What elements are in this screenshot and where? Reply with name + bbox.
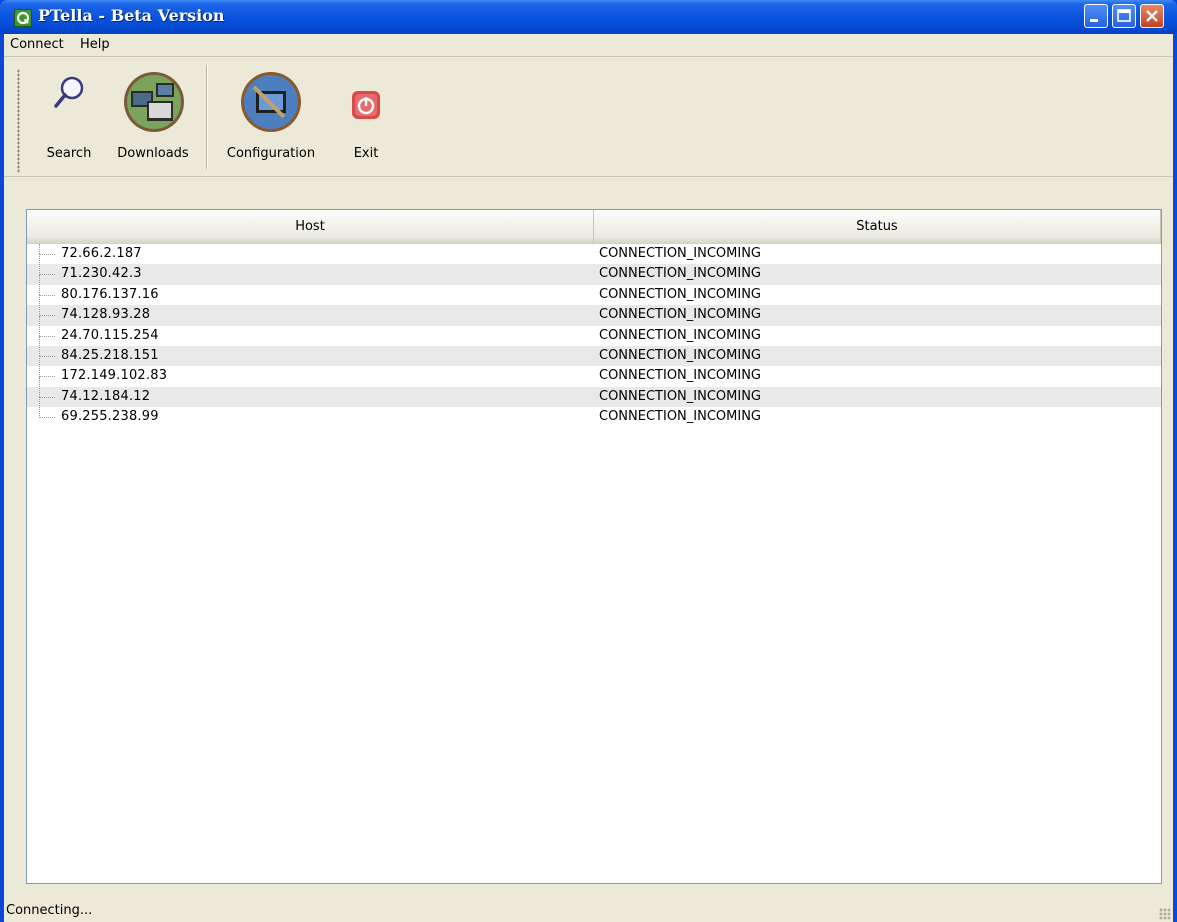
host-cell: 80.176.137.16	[61, 286, 159, 302]
tree-connector	[39, 335, 41, 357]
host-cell: 172.149.102.83	[61, 368, 168, 384]
minimize-icon	[1090, 19, 1098, 22]
menu-help[interactable]: Help	[80, 37, 110, 52]
table-row[interactable]: 69.255.238.99 CONNECTION_INCOMING	[27, 397, 1161, 427]
downloads-button[interactable]: Downloads	[112, 65, 194, 169]
menu-bar: Connect Help	[4, 34, 1173, 57]
table-row[interactable]: 71.230.42.3 CONNECTION_INCOMING	[27, 254, 1161, 285]
close-icon	[1146, 10, 1158, 22]
host-cell: 72.66.2.187	[61, 246, 142, 261]
host-cell: 74.128.93.28	[61, 307, 151, 323]
title-bar[interactable]: PTella - Beta Version	[0, 0, 1177, 34]
configuration-computer-icon	[241, 72, 301, 132]
configuration-label: Configuration	[226, 146, 316, 161]
ptella-q-icon[interactable]	[14, 9, 32, 27]
tree-connector	[39, 295, 41, 316]
toolbar: Search Downloads Configuration Exit	[4, 57, 1173, 177]
downloads-label: Downloads	[117, 146, 189, 161]
tree-branch	[39, 294, 55, 297]
host-cell: 84.25.218.151	[61, 347, 159, 363]
client-area: Connect Help Search Downloads Configurat…	[4, 34, 1173, 922]
tree-connector	[39, 356, 41, 377]
table-row[interactable]: 72.66.2.187 CONNECTION_INCOMING	[27, 244, 1161, 264]
exit-label: Exit	[353, 146, 379, 161]
minimize-button[interactable]	[1084, 4, 1108, 28]
host-cell: 74.12.184.12	[61, 388, 151, 404]
tree-branch	[39, 417, 55, 419]
status-cell: CONNECTION_INCOMING	[599, 409, 761, 425]
status-cell: CONNECTION_INCOMING	[599, 246, 761, 261]
tree-branch	[39, 315, 55, 317]
status-cell: CONNECTION_INCOMING	[599, 266, 761, 282]
search-button[interactable]: Search	[34, 65, 104, 169]
status-bar: Connecting...	[4, 900, 1173, 922]
status-cell: CONNECTION_INCOMING	[599, 327, 761, 343]
status-text: Connecting...	[6, 903, 93, 918]
status-cell: CONNECTION_INCOMING	[599, 307, 761, 323]
tree-connector	[39, 254, 41, 275]
configuration-button[interactable]: Configuration	[220, 65, 322, 169]
maximize-button[interactable]	[1112, 4, 1136, 28]
tree-connector	[39, 274, 41, 296]
window-title: PTella - Beta Version	[38, 6, 225, 25]
tree-branch	[39, 274, 55, 276]
magnifier-icon	[54, 76, 84, 108]
status-cell: CONNECTION_INCOMING	[599, 388, 761, 404]
tree-connector	[39, 244, 41, 254]
toolbar-grip[interactable]	[17, 69, 20, 173]
table-row[interactable]: 80.176.137.16 CONNECTION_INCOMING	[27, 274, 1161, 305]
search-label: Search	[46, 146, 92, 161]
maximize-icon	[1117, 9, 1131, 22]
exit-button[interactable]: Exit	[340, 65, 392, 169]
resize-grip[interactable]	[1159, 908, 1171, 920]
table-row[interactable]: 24.70.115.254 CONNECTION_INCOMING	[27, 315, 1161, 346]
tree-branch	[39, 396, 55, 399]
downloads-computers-icon	[124, 72, 184, 132]
tree-connector	[39, 315, 41, 336]
tree-branch	[39, 335, 55, 338]
list-rows: 72.66.2.187 CONNECTION_INCOMING 71.230.42.…	[27, 244, 1161, 428]
toolbar-separator	[206, 65, 208, 169]
menu-connect[interactable]: Connect	[10, 37, 64, 52]
tree-connector	[39, 397, 41, 418]
tree-branch	[39, 254, 55, 256]
app-window: PTella - Beta Version Connect Help Searc…	[0, 0, 1177, 922]
tree-branch	[39, 355, 55, 358]
column-header-status[interactable]: Status	[594, 210, 1161, 243]
host-cell: 69.255.238.99	[61, 409, 159, 425]
column-header-host[interactable]: Host	[27, 210, 594, 243]
table-row[interactable]: 172.149.102.83 CONNECTION_INCOMING	[27, 356, 1161, 386]
table-row[interactable]: 84.25.218.151 CONNECTION_INCOMING	[27, 335, 1161, 367]
table-row[interactable]: 74.12.184.12 CONNECTION_INCOMING	[27, 376, 1161, 408]
list-header: Host Status	[27, 210, 1161, 244]
power-exit-icon	[352, 91, 380, 119]
status-cell: CONNECTION_INCOMING	[599, 286, 761, 302]
tree-branch	[39, 376, 55, 378]
tree-connector	[39, 376, 41, 398]
host-list[interactable]: Host Status 72.66.2.187 CONNECTION_INCOMI…	[26, 209, 1162, 884]
table-row[interactable]: 74.128.93.28 CONNECTION_INCOMING	[27, 295, 1161, 326]
host-cell: 71.230.42.3	[61, 266, 142, 282]
host-cell: 24.70.115.254	[61, 327, 159, 343]
close-button[interactable]	[1140, 4, 1164, 28]
status-cell: CONNECTION_INCOMING	[599, 347, 761, 363]
status-cell: CONNECTION_INCOMING	[599, 368, 761, 384]
